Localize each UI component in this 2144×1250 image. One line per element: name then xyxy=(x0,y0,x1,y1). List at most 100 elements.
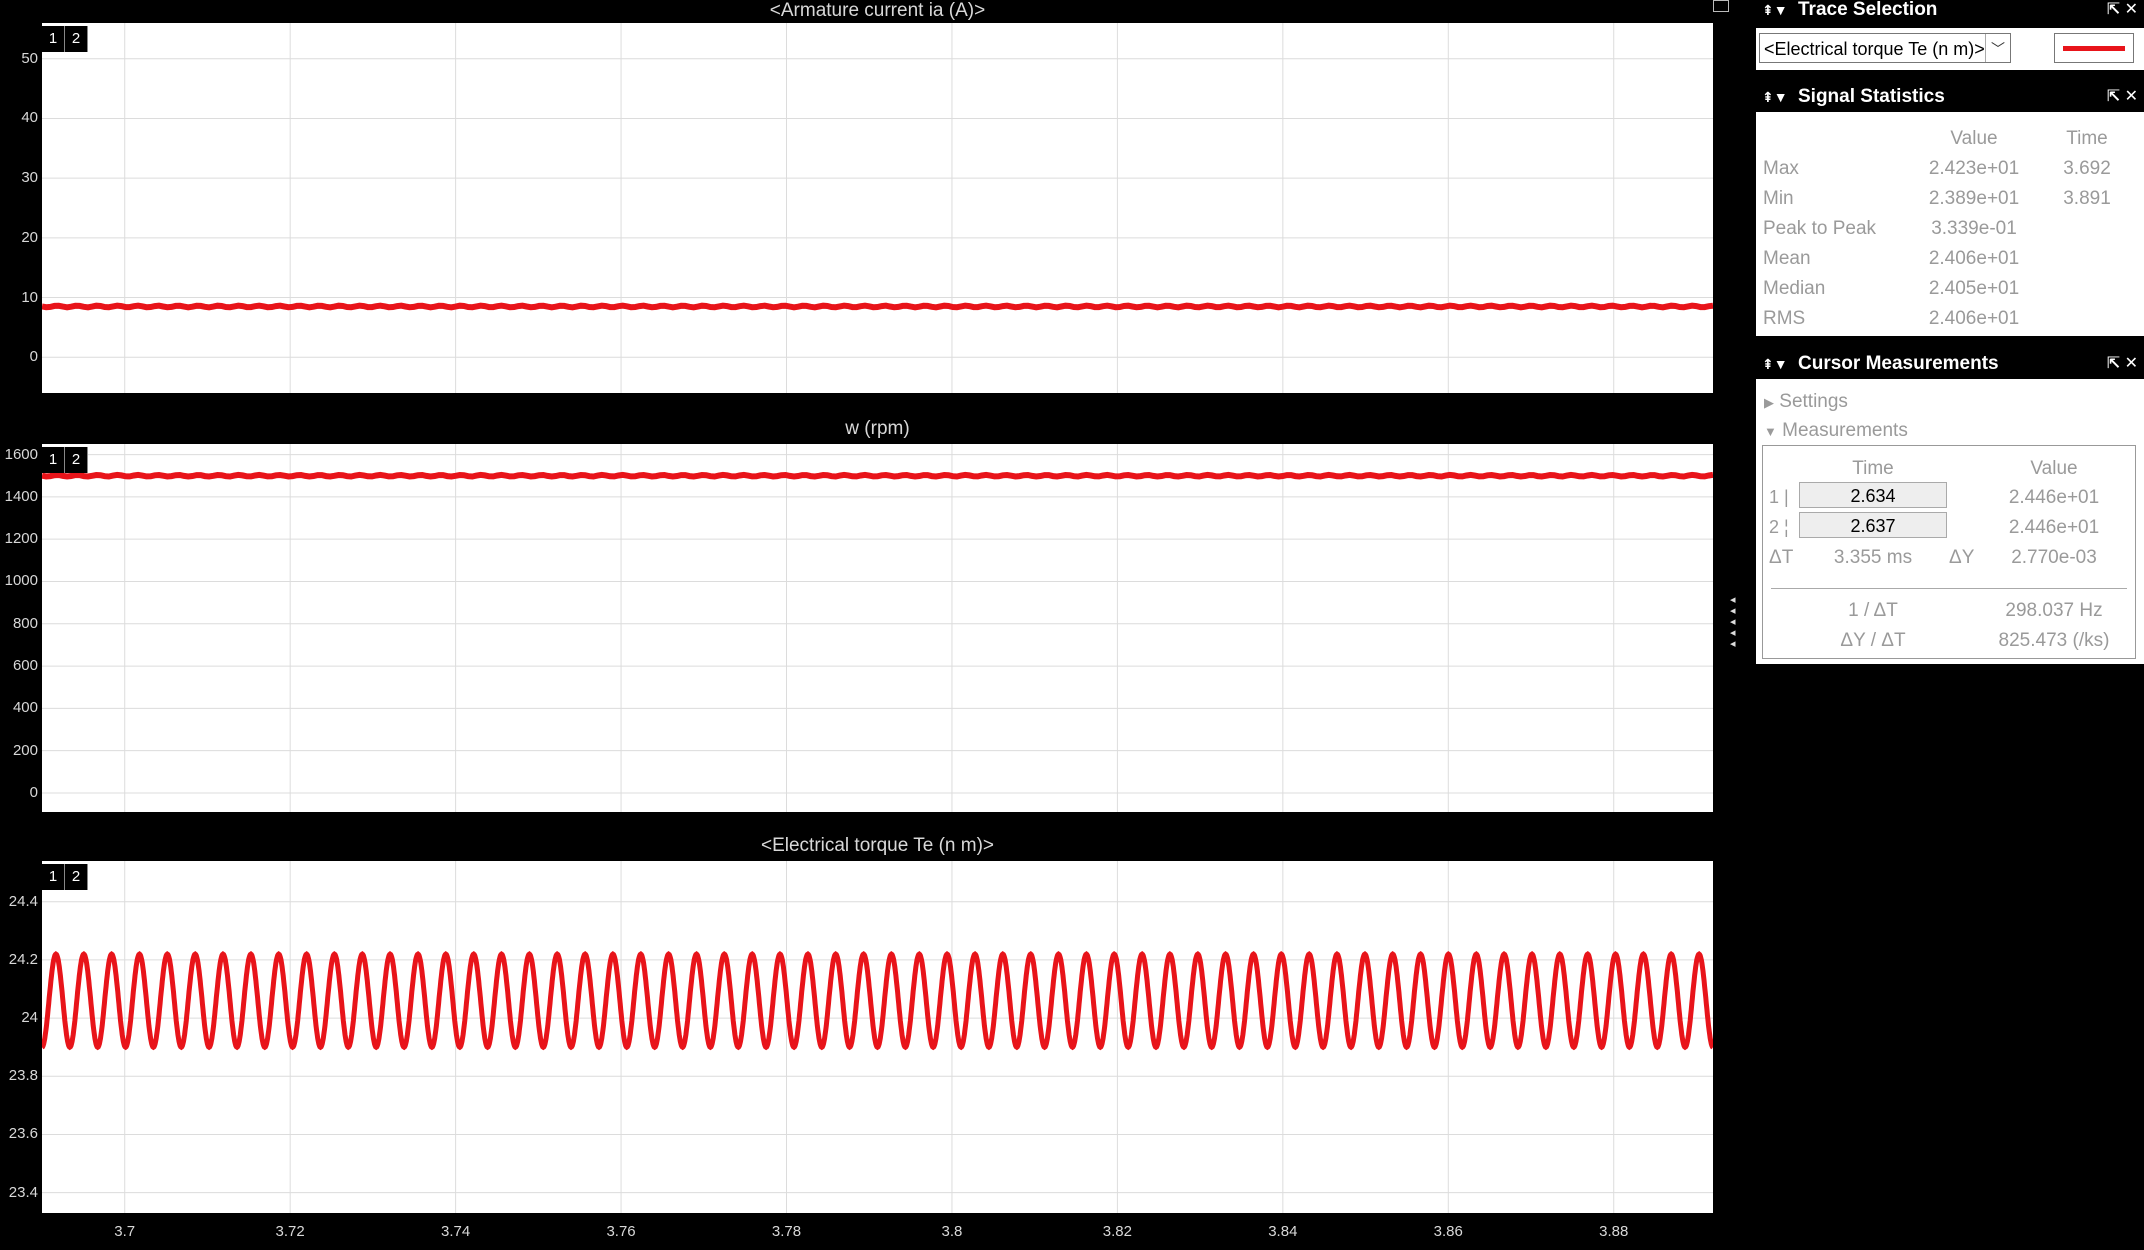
stats-time: 3.692 xyxy=(2063,158,2111,179)
y-tick-label: 1200 xyxy=(4,530,38,548)
plot3-tag-1[interactable]: 1 xyxy=(42,864,65,890)
x-tick-label: 3.7 xyxy=(114,1223,136,1240)
dy-dt-label: ΔY / ΔT xyxy=(1840,630,1906,651)
y-tick-label: 30 xyxy=(21,169,38,187)
y-tick-label: 0 xyxy=(29,348,38,366)
x-tick-label: 3.84 xyxy=(1268,1223,1298,1240)
plot2-trace xyxy=(42,471,1713,480)
y-tick-label: 800 xyxy=(12,614,38,632)
plot3-title: <Electrical torque Te (n m)> xyxy=(760,835,995,856)
plot3-trace xyxy=(42,951,1713,1051)
plot2-tag[interactable]: 1 2 xyxy=(42,447,88,473)
plot2-title: w (rpm) xyxy=(845,418,910,439)
y-tick-label: 20 xyxy=(21,228,38,246)
plot3-axes[interactable]: 1 2 xyxy=(42,861,1713,1213)
stats-value: 2.406e+01 xyxy=(1928,308,2020,329)
cursor-measurements-header: ⇞▼ Cursor Measurements ⇱ ✕ xyxy=(1756,349,2144,379)
cursor2-id: 2 ¦ xyxy=(1769,517,1789,537)
stats-label: Median xyxy=(1763,278,1826,299)
collapse-panel-icon[interactable]: ◂ ◂ ◂ ◂ ◂ xyxy=(1730,595,1742,650)
plot2-tag-1[interactable]: 1 xyxy=(42,447,65,473)
cursor2-value: 2.446e+01 xyxy=(2008,517,2100,538)
undock-icon[interactable] xyxy=(1713,0,1729,12)
y-tick-label: 10 xyxy=(21,288,38,306)
measurements-toggle[interactable]: ▼ Measurements xyxy=(1764,420,1908,442)
x-tick-label: 3.82 xyxy=(1102,1223,1132,1240)
trace-selection-header: ⇞▼ Trace Selection ⇱ ✕ xyxy=(1756,0,2144,28)
stats-time: 3.891 xyxy=(2063,188,2111,209)
x-tick-label: 3.86 xyxy=(1433,1223,1463,1240)
measurements-divider xyxy=(1771,588,2127,589)
cm-header-time: Time xyxy=(1852,458,1894,479)
cursor1-time-input[interactable]: 2.634 xyxy=(1799,482,1947,508)
stats-label: RMS xyxy=(1763,308,1806,329)
y-tick-label: 0 xyxy=(29,783,38,801)
pin-icon[interactable]: ⇞▼ xyxy=(1762,349,1788,379)
plot2-axes[interactable]: 1 2 xyxy=(42,444,1713,812)
trace-selection-title: Trace Selection xyxy=(1798,0,1938,20)
y-tick-label: 600 xyxy=(12,657,38,675)
signal-statistics-controls[interactable]: ⇱ ✕ xyxy=(2107,82,2138,112)
signal-statistics-title: Signal Statistics xyxy=(1798,86,1945,107)
stats-value: 2.389e+01 xyxy=(1928,188,2020,209)
y-tick-label: 1400 xyxy=(4,487,38,505)
inv-dt-value: 298.037 Hz xyxy=(2005,600,2103,621)
cursor-measurements-controls[interactable]: ⇱ ✕ xyxy=(2107,349,2138,379)
cursor-measurements-panel: ▶ Settings ▼ Measurements Time Value 1 |… xyxy=(1756,379,2144,664)
stats-value: 2.406e+01 xyxy=(1928,248,2020,269)
stats-label: Peak to Peak xyxy=(1763,218,1877,239)
plot2-tag-2[interactable]: 2 xyxy=(65,447,88,473)
plot1-tag[interactable]: 1 2 xyxy=(42,26,88,52)
measurements-label: Measurements xyxy=(1782,420,1908,441)
x-tick-label: 3.8 xyxy=(941,1223,963,1240)
stats-header-value: Value xyxy=(1950,128,1998,149)
plot1-title: <Armature current ia (A)> xyxy=(769,0,986,21)
signal-statistics-panel: Value Time Max 2.423e+01 3.692 Min 2.389e+01… xyxy=(1756,112,2144,336)
y-tick-label: 50 xyxy=(21,49,38,67)
x-tick-label: 3.78 xyxy=(771,1223,802,1240)
dy-dt-value: 825.473 (/ks) xyxy=(1998,630,2110,651)
x-tick-label: 3.72 xyxy=(275,1223,305,1240)
plot1-tag-2[interactable]: 2 xyxy=(65,26,88,52)
stats-label: Min xyxy=(1763,188,1794,209)
pin-icon[interactable]: ⇞▼ xyxy=(1762,0,1788,20)
delta-t-value: 3.355 ms xyxy=(1833,547,1913,568)
settings-toggle[interactable]: ▶ Settings xyxy=(1764,391,1848,413)
stats-label: Max xyxy=(1763,158,1799,179)
stats-value: 2.423e+01 xyxy=(1928,158,2020,179)
delta-y-value: 2.770e-03 xyxy=(2011,547,2097,568)
trace-color-swatch[interactable] xyxy=(2054,33,2134,63)
y-tick-label: 1000 xyxy=(4,572,38,590)
y-tick-label: 1600 xyxy=(4,445,38,463)
triangle-right-icon: ▶ xyxy=(1764,395,1774,410)
plot3-tag[interactable]: 1 2 xyxy=(42,864,88,890)
plot1-axes[interactable]: 1 2 xyxy=(42,23,1713,393)
delta-t-label: ΔT xyxy=(1769,547,1794,568)
y-tick-label: 23.6 xyxy=(8,1125,38,1143)
y-tick-label: 23.4 xyxy=(8,1183,38,1201)
plot3-tag-2[interactable]: 2 xyxy=(65,864,88,890)
trace-select[interactable]: <Electrical torque Te (n m)> ﹀ xyxy=(1759,33,2011,63)
chevron-down-icon[interactable]: ﹀ xyxy=(1985,34,2010,62)
trace-selection-controls[interactable]: ⇱ ✕ xyxy=(2107,0,2138,20)
stats-label: Mean xyxy=(1763,248,1811,269)
y-tick-label: 24 xyxy=(21,1009,38,1027)
cursor1-value: 2.446e+01 xyxy=(2008,487,2100,508)
plot2-svg xyxy=(42,444,1713,812)
triangle-down-icon: ▼ xyxy=(1764,424,1777,439)
cursor2-time-input[interactable]: 2.637 xyxy=(1799,512,1947,538)
plot1-tag-1[interactable]: 1 xyxy=(42,26,65,52)
stats-value: 3.339e-01 xyxy=(1931,218,2017,239)
cursor-measurements-title: Cursor Measurements xyxy=(1798,353,1999,374)
measurements-table: Time Value 1 | 2.634 2.446e+01 2 ¦ 2.637… xyxy=(1762,445,2136,659)
y-tick-label: 23.8 xyxy=(8,1067,38,1085)
stats-value: 2.405e+01 xyxy=(1928,278,2020,299)
plot3-svg xyxy=(42,861,1713,1213)
y-tick-label: 24.4 xyxy=(8,892,38,910)
settings-label: Settings xyxy=(1779,391,1848,412)
cursor1-id: 1 | xyxy=(1769,487,1789,507)
signal-statistics-header: ⇞▼ Signal Statistics ⇱ ✕ xyxy=(1756,82,2144,112)
pin-icon[interactable]: ⇞▼ xyxy=(1762,82,1788,112)
y-tick-label: 24.2 xyxy=(8,950,38,968)
stats-header-time: Time xyxy=(2066,128,2108,149)
